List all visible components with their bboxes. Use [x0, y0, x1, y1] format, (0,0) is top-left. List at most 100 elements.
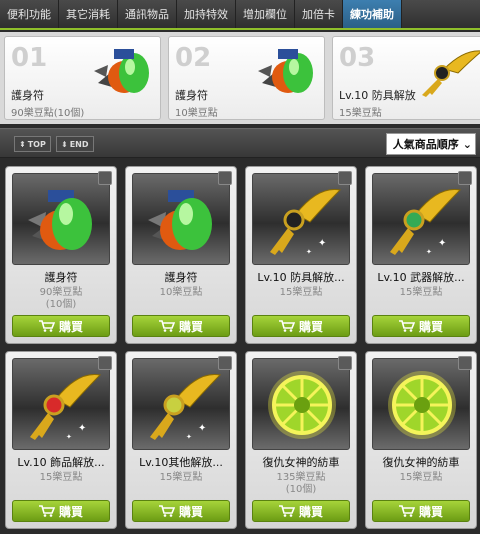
buy-button[interactable]: 購買: [132, 500, 230, 522]
item-price-value: 15樂豆點: [399, 287, 443, 298]
featured-item-price: 10樂豆點: [175, 108, 218, 119]
winged-key-black-icon: ✦✦: [270, 189, 342, 256]
list-toolbar: ⇞ TOP ⇟ END 人氣商品順序 ⌄: [0, 128, 480, 158]
buy-button[interactable]: 購買: [132, 315, 230, 337]
buy-button[interactable]: 購買: [252, 315, 350, 337]
featured-item-name: 護身符: [175, 89, 208, 102]
charm-icon: [148, 190, 212, 250]
item-price: 15樂豆點: [8, 472, 114, 484]
item-price-value: 15樂豆點: [399, 472, 443, 483]
buy-label: 購買: [298, 504, 323, 519]
item-card[interactable]: 復仇女神的紡車 15樂豆點 購買: [365, 351, 477, 529]
select-checkbox[interactable]: [218, 171, 232, 185]
tab-convenience[interactable]: 便利功能: [0, 0, 59, 28]
item-name: Lv.10其他解放...: [139, 456, 223, 469]
featured-item[interactable]: 03 Lv.10 防具解放 15樂豆點: [332, 36, 480, 120]
tab-training-support[interactable]: 練功補助: [343, 0, 402, 28]
buy-button[interactable]: 購買: [12, 500, 110, 522]
svg-text:✦: ✦: [78, 423, 86, 434]
item-card[interactable]: 護身符 10樂豆點 購買: [125, 166, 237, 344]
svg-text:✦: ✦: [306, 248, 312, 256]
category-tabs: 便利功能 其它消耗 通訊物品 加持特效 增加欄位 加倍卡 練功補助: [0, 0, 480, 30]
featured-item[interactable]: 02 護身符 10樂豆點: [168, 36, 325, 120]
buy-label: 購買: [178, 319, 203, 334]
featured-item-name: 護身符: [11, 89, 44, 102]
scroll-top-button[interactable]: ⇞ TOP: [14, 136, 51, 152]
cart-icon: [398, 320, 415, 332]
item-quantity: (10個): [285, 484, 317, 495]
winged-key-red-icon: ✦✦: [30, 374, 102, 441]
winged-key-icon: [422, 50, 480, 97]
select-checkbox[interactable]: [458, 171, 472, 185]
item-name: 護身符: [44, 271, 78, 284]
svg-text:✦: ✦: [438, 238, 446, 249]
item-price: 135樂豆點 (10個): [248, 472, 354, 496]
buy-button[interactable]: 購買: [372, 500, 470, 522]
item-card[interactable]: 護身符 90樂豆點 (10個) 購買: [5, 166, 117, 344]
featured-item-price: 90樂豆點(10個): [11, 108, 85, 119]
tab-multiplier-cards[interactable]: 加倍卡: [295, 0, 343, 28]
item-price: 15樂豆點: [128, 472, 234, 484]
rank-number: 02: [175, 43, 212, 73]
item-card[interactable]: ✦ ✦ Lv.10 防具解放... 15樂豆點 購買: [245, 166, 357, 344]
featured-strip: 01 護身符 90樂豆點(10個) 02 護身符 10樂豆點 03 Lv.10 …: [0, 32, 480, 124]
arrow-end-icon: ⇟: [61, 139, 68, 149]
charm-icon: [94, 49, 149, 93]
item-name: Lv.10 武器解放...: [377, 271, 465, 284]
item-thumbnail: ✦ ✦: [372, 173, 470, 265]
featured-item[interactable]: 01 護身符 90樂豆點(10個): [4, 36, 161, 120]
sort-dropdown[interactable]: 人氣商品順序 ⌄: [386, 133, 476, 155]
end-label: END: [69, 139, 89, 149]
tab-add-slots[interactable]: 增加欄位: [236, 0, 295, 28]
item-thumbnail: [252, 358, 350, 450]
cart-icon: [278, 320, 295, 332]
cart-icon: [38, 320, 55, 332]
tab-other-consumables[interactable]: 其它消耗: [59, 0, 118, 28]
arrow-top-icon: ⇞: [19, 139, 26, 149]
item-price: 90樂豆點 (10個): [8, 287, 114, 311]
rank-number: 01: [11, 43, 48, 73]
cart-icon: [38, 505, 55, 517]
tab-messaging-items[interactable]: 通訊物品: [118, 0, 177, 28]
item-card[interactable]: ✦ ✦ Lv.10其他解放... 15樂豆點 購買: [125, 351, 237, 529]
item-card[interactable]: ✦ ✦ Lv.10 飾品解放... 15樂豆點 購買: [5, 351, 117, 529]
item-card[interactable]: ✦ ✦ Lv.10 武器解放... 15樂豆點 購買: [365, 166, 477, 344]
item-price: 10樂豆點: [128, 287, 234, 299]
chevron-down-icon: ⌄: [462, 137, 472, 151]
buy-button[interactable]: 購買: [12, 315, 110, 337]
top-label: TOP: [27, 139, 46, 149]
item-price-value: 135樂豆點: [276, 472, 326, 483]
item-price-value: 90樂豆點: [39, 287, 83, 298]
item-thumbnail: [132, 173, 230, 265]
buy-label: 購買: [298, 319, 323, 334]
buy-button[interactable]: 購買: [372, 315, 470, 337]
select-checkbox[interactable]: [218, 356, 232, 370]
winged-key-green-icon: ✦✦: [390, 189, 462, 256]
item-price-value: 15樂豆點: [39, 472, 83, 483]
item-price: 15樂豆點: [368, 287, 474, 299]
item-price-value: 15樂豆點: [279, 287, 323, 298]
select-checkbox[interactable]: [458, 356, 472, 370]
buy-button[interactable]: 購買: [252, 500, 350, 522]
tab-buff-effects[interactable]: 加持特效: [177, 0, 236, 28]
spinning-wheel-icon: [268, 371, 336, 439]
item-name: 復仇女神的紡車: [382, 456, 460, 469]
select-checkbox[interactable]: [98, 356, 112, 370]
item-price: 15樂豆點: [248, 287, 354, 299]
select-checkbox[interactable]: [338, 171, 352, 185]
item-thumbnail: ✦ ✦: [252, 173, 350, 265]
select-checkbox[interactable]: [98, 171, 112, 185]
spinning-wheel-icon: [388, 371, 456, 439]
svg-text:✦: ✦: [198, 423, 206, 434]
cart-icon: [278, 505, 295, 517]
buy-label: 購買: [418, 504, 443, 519]
item-thumbnail: ✦ ✦: [132, 358, 230, 450]
item-card[interactable]: 復仇女神的紡車 135樂豆點 (10個) 購買: [245, 351, 357, 529]
item-grid: 護身符 90樂豆點 (10個) 購買 護身符 10樂豆點 購買 ✦ ✦ Lv.10 …: [0, 158, 480, 534]
featured-item-price: 15樂豆點: [339, 108, 382, 119]
scroll-end-button[interactable]: ⇟ END: [56, 136, 94, 152]
select-checkbox[interactable]: [338, 356, 352, 370]
item-price-value: 15樂豆點: [159, 472, 203, 483]
item-quantity: (10個): [45, 299, 77, 310]
rank-number: 03: [339, 43, 376, 73]
